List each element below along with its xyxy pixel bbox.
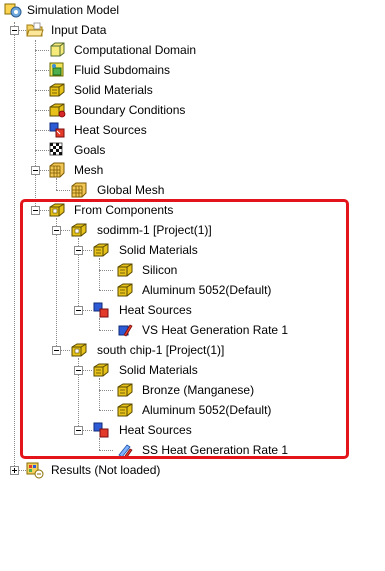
tree-node-mesh[interactable]: Mesh [0, 160, 200, 180]
mesh-icon [49, 162, 65, 178]
highlight-box [20, 199, 349, 459]
tree-label: Computational Domain [74, 43, 197, 57]
goals-flag-icon [49, 142, 63, 156]
global-mesh-icon [71, 182, 87, 198]
tree-label: Mesh [74, 163, 104, 177]
tree-node-computational-domain[interactable]: Computational Domain [0, 40, 220, 60]
feature-tree: Simulation Model Input Data Computationa… [0, 0, 385, 571]
heat-sources-icon [49, 122, 65, 138]
tree-node-goals[interactable]: Goals [0, 140, 200, 160]
tree-label: Heat Sources [74, 123, 147, 137]
tree-node-boundary-conditions[interactable]: Boundary Conditions [0, 100, 220, 120]
tree-label: Boundary Conditions [74, 103, 186, 117]
tree-node-global-mesh[interactable]: Global Mesh [0, 180, 200, 200]
tree-node-fluid-subdomains[interactable]: Fluid Subdomains [0, 60, 200, 80]
results-icon [26, 462, 44, 479]
solid-materials-icon [49, 83, 65, 97]
tree-label: Solid Materials [74, 83, 153, 97]
tree-node-results[interactable]: Results (Not loaded) [0, 460, 220, 480]
folder-open-icon [26, 22, 44, 37]
fluid-subdomains-icon [49, 62, 64, 77]
tree-node-simulation-model[interactable]: Simulation Model [0, 0, 200, 20]
tree-label: Fluid Subdomains [74, 63, 171, 77]
tree-label: Input Data [51, 23, 107, 37]
tree-label: Simulation Model [27, 3, 120, 17]
tree-label: Results (Not loaded) [51, 463, 161, 477]
tree-node-heat-sources[interactable]: Heat Sources [0, 120, 200, 140]
tree-node-input-data[interactable]: Input Data [0, 20, 200, 40]
tree-node-solid-materials[interactable]: Solid Materials [0, 80, 200, 100]
computational-domain-icon [50, 42, 65, 57]
tree-label: Goals [74, 143, 106, 157]
boundary-conditions-icon [49, 103, 66, 118]
simulation-model-icon [4, 3, 22, 18]
tree-label: Global Mesh [97, 183, 165, 197]
